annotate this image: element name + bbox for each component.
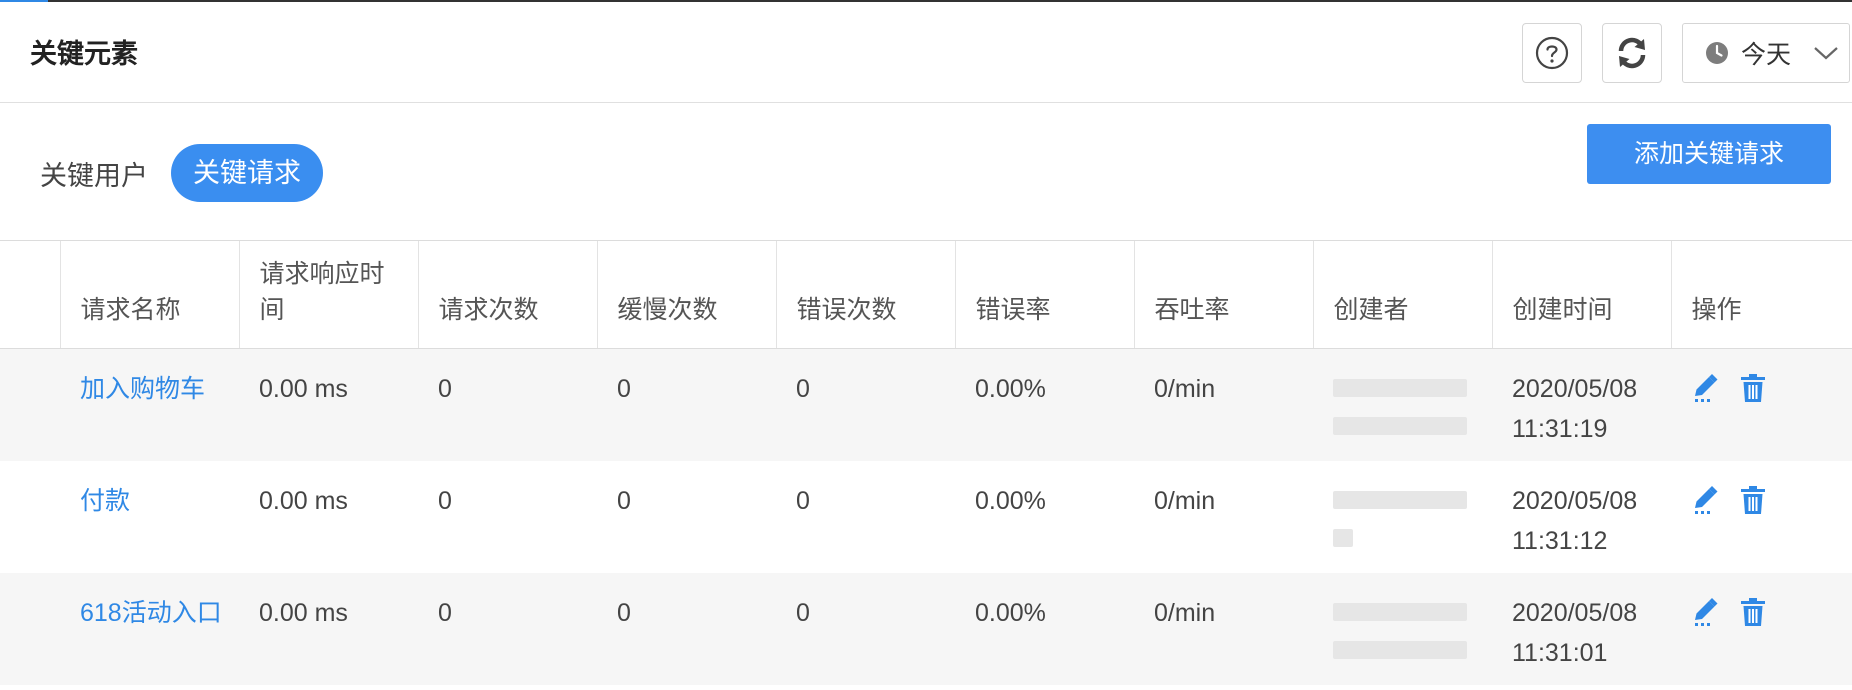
slow-count: 0	[597, 348, 776, 461]
response-time: 0.00 ms	[239, 573, 418, 685]
tab-key-requests[interactable]: 关键请求	[171, 144, 323, 202]
table-row: 付款 0.00 ms 0 0 0 0.00% 0/min 2020/05/08 1…	[0, 461, 1852, 573]
date-range-label: 今天	[1741, 41, 1792, 69]
slow-count: 0	[597, 461, 776, 573]
column-header-creator: 创建者	[1312, 240, 1492, 349]
add-key-request-button[interactable]: 添加关键请求	[1587, 124, 1831, 184]
tab-bar: 关键用户 关键请求 添加关键请求	[0, 104, 1852, 240]
column-header-error-rate: 错误率	[954, 240, 1134, 349]
created-time: 2020/05/08 11:31:01	[1492, 573, 1671, 685]
error-count: 0	[776, 461, 955, 573]
column-header-response-time: 请求响应时间	[238, 240, 418, 349]
error-count: 0	[776, 573, 955, 685]
throughput: 0/min	[1134, 461, 1313, 573]
edit-icon[interactable]	[1691, 373, 1721, 403]
actions	[1671, 573, 1852, 685]
request-name: 加入购物车	[60, 348, 239, 461]
clock-icon	[1706, 42, 1728, 64]
slow-count: 0	[597, 573, 776, 685]
request-count: 0	[418, 573, 597, 685]
table-row: 加入购物车 0.00 ms 0 0 0 0.00% 0/min 2020/05/…	[0, 348, 1852, 461]
table-header-row: 请求名称 请求响应时间 请求次数 缓慢次数 错误次数 错误率 吞吐率 创建者 创…	[0, 240, 1852, 349]
request-name: 付款	[60, 461, 239, 573]
column-header-throughput: 吞吐率	[1133, 240, 1313, 349]
error-rate: 0.00%	[955, 573, 1134, 685]
created-time: 2020/05/08 11:31:12	[1492, 461, 1671, 573]
page: 关键元素 今天 关键用户 关键请求 添加关键请求 请求名称 请求响应时间 请求次…	[0, 0, 1852, 690]
creator-redacted	[1333, 593, 1467, 673]
edit-icon[interactable]	[1691, 485, 1721, 515]
error-rate: 0.00%	[955, 348, 1134, 461]
help-circle-icon	[1535, 36, 1569, 70]
date-range-select[interactable]: 今天	[1682, 23, 1850, 83]
throughput: 0/min	[1134, 348, 1313, 461]
page-title: 关键元素	[30, 39, 138, 69]
edit-icon[interactable]	[1691, 597, 1721, 627]
page-header: 关键元素 今天	[0, 2, 1852, 103]
response-time: 0.00 ms	[239, 461, 418, 573]
creator	[1313, 573, 1492, 685]
throughput: 0/min	[1134, 573, 1313, 685]
request-count: 0	[418, 348, 597, 461]
refresh-button[interactable]	[1602, 23, 1662, 83]
request-count: 0	[418, 461, 597, 573]
tab-key-users[interactable]: 关键用户	[40, 154, 148, 193]
delete-icon[interactable]	[1739, 373, 1767, 403]
select-cell	[0, 573, 60, 685]
request-name-link[interactable]: 618活动入口	[80, 599, 222, 627]
request-name-link[interactable]: 加入购物车	[80, 375, 205, 403]
table-row: 618活动入口 0.00 ms 0 0 0 0.00% 0/min 2020/0…	[0, 573, 1852, 685]
column-header-requests: 请求次数	[417, 240, 597, 349]
actions	[1671, 348, 1852, 461]
column-header-name: 请求名称	[59, 240, 239, 349]
error-rate: 0.00%	[955, 461, 1134, 573]
column-header-slow: 缓慢次数	[596, 240, 776, 349]
creator	[1313, 348, 1492, 461]
select-cell	[0, 461, 60, 573]
column-header-select	[0, 240, 60, 349]
refresh-icon	[1618, 37, 1646, 69]
error-count: 0	[776, 348, 955, 461]
created-time: 2020/05/08 11:31:19	[1492, 348, 1671, 461]
help-button[interactable]	[1522, 23, 1582, 83]
select-cell	[0, 348, 60, 461]
chevron-down-icon	[1814, 47, 1838, 60]
creator-redacted	[1333, 369, 1467, 449]
request-name-link[interactable]: 付款	[80, 487, 130, 515]
column-header-created-time: 创建时间	[1491, 240, 1671, 349]
column-header-actions: 操作	[1670, 240, 1852, 349]
key-requests-table: 请求名称 请求响应时间 请求次数 缓慢次数 错误次数 错误率 吞吐率 创建者 创…	[0, 240, 1852, 685]
creator	[1313, 461, 1492, 573]
response-time: 0.00 ms	[239, 348, 418, 461]
delete-icon[interactable]	[1739, 597, 1767, 627]
request-name: 618活动入口	[60, 573, 239, 685]
delete-icon[interactable]	[1739, 485, 1767, 515]
column-header-errors: 错误次数	[775, 240, 955, 349]
actions	[1671, 461, 1852, 573]
creator-redacted	[1333, 481, 1467, 561]
